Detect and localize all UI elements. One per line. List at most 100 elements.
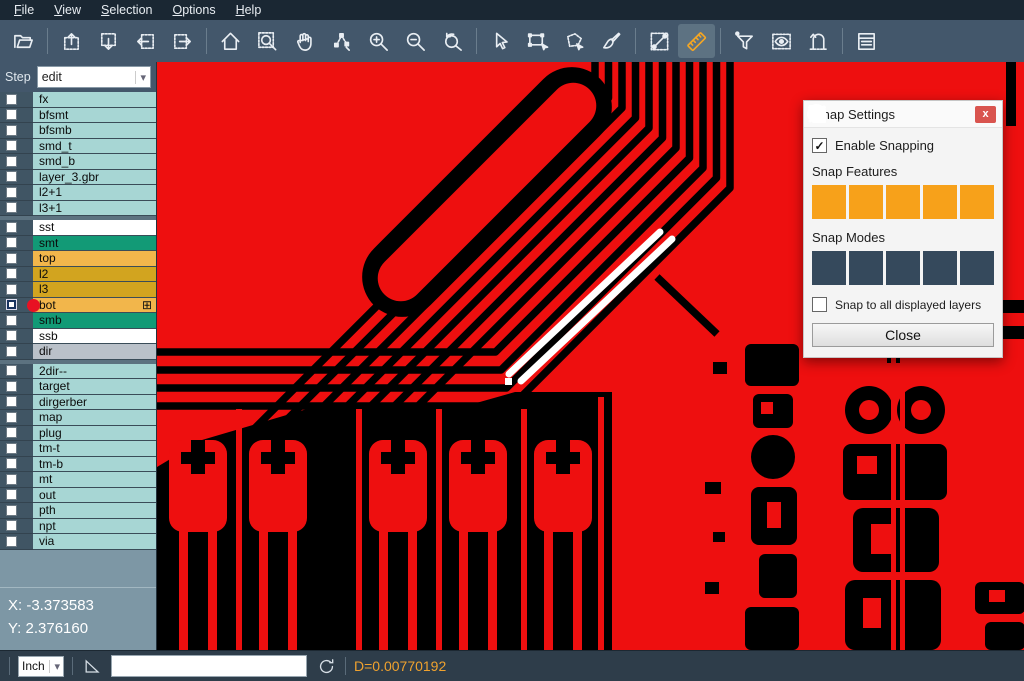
layer-row-dir[interactable]: dir — [0, 344, 156, 360]
dialog-close-action-button[interactable]: Close — [812, 323, 994, 347]
rect-select-button[interactable] — [519, 24, 556, 58]
layer-row-l2[interactable]: l2 — [0, 267, 156, 283]
snap-arc-button[interactable] — [923, 185, 957, 219]
edit-nodes-button[interactable] — [323, 24, 360, 58]
layer-visibility-cell[interactable] — [0, 154, 33, 170]
layer-row-tm-t[interactable]: tm-t — [0, 441, 156, 457]
layer-visibility-cell[interactable] — [0, 364, 33, 380]
layer-label[interactable]: target — [33, 379, 156, 395]
snap-slot-button[interactable] — [886, 251, 920, 285]
layer-row-smd_b[interactable]: smd_b — [0, 154, 156, 170]
layer-visibility-cell[interactable] — [0, 488, 33, 504]
send-left-button[interactable] — [127, 24, 164, 58]
layer-label[interactable]: smt — [33, 236, 156, 252]
layer-visibility-checkbox[interactable] — [6, 94, 17, 105]
layer-visibility-checkbox[interactable] — [6, 536, 17, 547]
dialog-title-bar[interactable]: Snap Settings x — [804, 101, 1002, 128]
layer-visibility-cell[interactable] — [0, 298, 33, 314]
layer-visibility-cell[interactable] — [0, 123, 33, 139]
layer-visibility-checkbox[interactable] — [6, 505, 17, 516]
layer-row-sst[interactable]: sst — [0, 220, 156, 236]
layer-row-npt[interactable]: npt — [0, 519, 156, 535]
layer-visibility-checkbox[interactable] — [6, 222, 17, 233]
zoom-reset-button[interactable] — [434, 24, 471, 58]
layer-row-ssb[interactable]: ssb — [0, 329, 156, 345]
layer-row-top[interactable]: top — [0, 251, 156, 267]
path-measure-button[interactable] — [800, 24, 837, 58]
layer-row-l2+1[interactable]: l2+1 — [0, 185, 156, 201]
layer-row-layer_3.gbr[interactable]: layer_3.gbr — [0, 170, 156, 186]
ruler-button[interactable] — [678, 24, 715, 58]
layer-label[interactable]: l2 — [33, 267, 156, 283]
layer-label[interactable]: npt — [33, 519, 156, 535]
snap-contour-button[interactable] — [960, 251, 994, 285]
step-select[interactable]: edit ▾ — [37, 66, 151, 88]
snap-pad-button[interactable] — [849, 185, 883, 219]
snap-line-button[interactable] — [812, 185, 846, 219]
layer-visibility-cell[interactable] — [0, 139, 33, 155]
layer-visibility-checkbox[interactable] — [6, 202, 17, 213]
layer-visibility-cell[interactable] — [0, 503, 33, 519]
home-button[interactable] — [212, 24, 249, 58]
layer-label[interactable]: layer_3.gbr — [33, 170, 156, 186]
layer-visibility-checkbox[interactable] — [6, 520, 17, 531]
open-folder-button[interactable] — [5, 24, 42, 58]
layer-visibility-cell[interactable] — [0, 267, 33, 283]
layer-label[interactable]: dirgerber — [33, 395, 156, 411]
layer-row-map[interactable]: map — [0, 410, 156, 426]
layer-visibility-checkbox[interactable] — [6, 253, 17, 264]
layer-visibility-checkbox[interactable] — [6, 396, 17, 407]
menu-item-selection[interactable]: Selection — [91, 1, 162, 19]
layer-row-dirgerber[interactable]: dirgerber — [0, 395, 156, 411]
layer-label[interactable]: smb — [33, 313, 156, 329]
layer-visibility-cell[interactable] — [0, 410, 33, 426]
layer-visibility-checkbox[interactable] — [6, 443, 17, 454]
layer-label[interactable]: plug — [33, 426, 156, 442]
layer-row-l3+1[interactable]: l3+1 — [0, 201, 156, 217]
layer-visibility-checkbox[interactable] — [6, 284, 17, 295]
layer-row-2dir--[interactable]: 2dir-- — [0, 364, 156, 380]
layer-visibility-cell[interactable] — [0, 441, 33, 457]
layer-visibility-checkbox[interactable] — [6, 171, 17, 182]
layer-visibility-cell[interactable] — [0, 92, 33, 108]
zoom-area-button[interactable] — [249, 24, 286, 58]
layer-visibility-cell[interactable] — [0, 170, 33, 186]
unit-select[interactable]: Inch ▾ — [18, 656, 64, 677]
menu-item-file[interactable]: File — [4, 1, 44, 19]
snap-center-button[interactable] — [812, 251, 846, 285]
layer-visibility-cell[interactable] — [0, 313, 33, 329]
layer-visibility-cell[interactable] — [0, 329, 33, 345]
layer-visibility-cell[interactable] — [0, 519, 33, 535]
sync-icon[interactable] — [315, 655, 337, 677]
layer-visibility-checkbox[interactable] — [6, 156, 17, 167]
view-box-button[interactable] — [763, 24, 800, 58]
menu-item-view[interactable]: View — [44, 1, 91, 19]
snap-text-button[interactable] — [960, 185, 994, 219]
layer-label[interactable]: top — [33, 251, 156, 267]
layer-visibility-checkbox[interactable] — [6, 237, 17, 248]
layer-label[interactable]: ssb — [33, 329, 156, 345]
layer-label[interactable]: via — [33, 534, 156, 550]
menu-item-help[interactable]: Help — [226, 1, 272, 19]
zoom-in-button[interactable] — [360, 24, 397, 58]
clean-brush-button[interactable] — [593, 24, 630, 58]
layer-row-out[interactable]: out — [0, 488, 156, 504]
layer-visibility-cell[interactable] — [0, 201, 33, 217]
layer-row-fx[interactable]: fx — [0, 92, 156, 108]
layer-label[interactable]: smd_t — [33, 139, 156, 155]
layer-visibility-cell[interactable] — [0, 108, 33, 124]
layer-row-target[interactable]: target — [0, 379, 156, 395]
layer-label[interactable]: tm-t — [33, 441, 156, 457]
send-top-button[interactable] — [53, 24, 90, 58]
layer-row-bot[interactable]: bot⊞ — [0, 298, 156, 314]
snap-all-layers-row[interactable]: Snap to all displayed layers — [812, 297, 994, 312]
layer-label[interactable]: tm-b — [33, 457, 156, 473]
layer-visibility-checkbox[interactable] — [6, 427, 17, 438]
snap-all-layers-checkbox[interactable] — [812, 297, 827, 312]
layer-row-smd_t[interactable]: smd_t — [0, 139, 156, 155]
layer-visibility-checkbox[interactable] — [6, 346, 17, 357]
layer-label[interactable]: sst — [33, 220, 156, 236]
layer-visibility-checkbox[interactable] — [6, 140, 17, 151]
layer-label[interactable]: l3+1 — [33, 201, 156, 217]
layer-visibility-checkbox[interactable] — [6, 268, 17, 279]
